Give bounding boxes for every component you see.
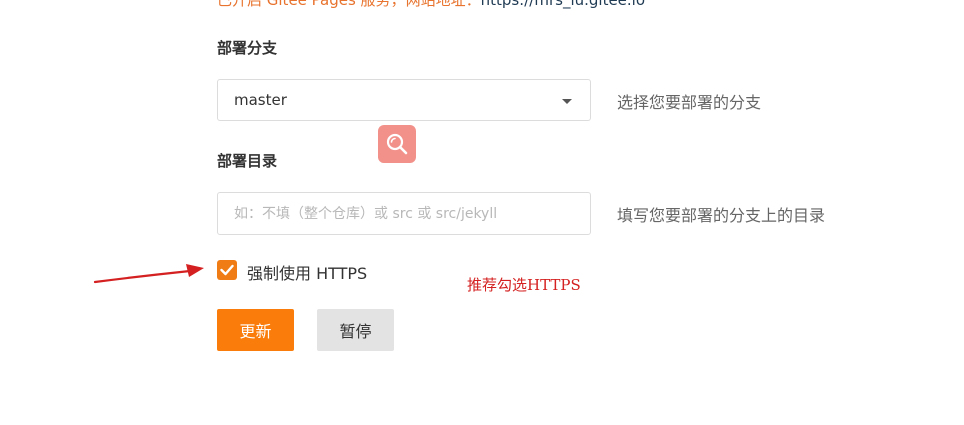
force-https-label[interactable]: 强制使用 HTTPS xyxy=(247,260,367,284)
gitee-pages-settings: 已开启 Gitee Pages 服务，网站地址：https://mrs_lu.g… xyxy=(0,0,964,425)
pages-status-notice: 已开启 Gitee Pages 服务，网站地址：https://mrs_lu.g… xyxy=(217,0,645,10)
directory-help-text: 填写您要部署的分支上的目录 xyxy=(617,206,826,225)
search-icon xyxy=(386,133,408,155)
pause-button[interactable]: 暂停 xyxy=(317,309,394,351)
arrow-right-icon xyxy=(93,264,204,284)
search-floating-button[interactable] xyxy=(378,125,416,163)
directory-label: 部署目录 xyxy=(217,152,278,170)
update-button[interactable]: 更新 xyxy=(217,309,294,351)
directory-input[interactable] xyxy=(217,192,591,235)
force-https-checkbox[interactable] xyxy=(217,260,237,280)
branch-select[interactable]: master xyxy=(217,79,591,121)
site-url-link[interactable]: https://mrs_lu.gitee.io xyxy=(481,0,645,9)
caret-down-icon xyxy=(562,99,572,104)
https-recommendation-annotation: 推荐勾选HTTPS xyxy=(467,276,581,294)
notice-prefix: 已开启 Gitee Pages 服务，网站地址： xyxy=(217,0,481,9)
branch-label: 部署分支 xyxy=(217,39,278,57)
branch-select-value: master xyxy=(234,91,287,109)
check-icon xyxy=(220,264,234,276)
branch-help-text: 选择您要部署的分支 xyxy=(617,93,762,112)
